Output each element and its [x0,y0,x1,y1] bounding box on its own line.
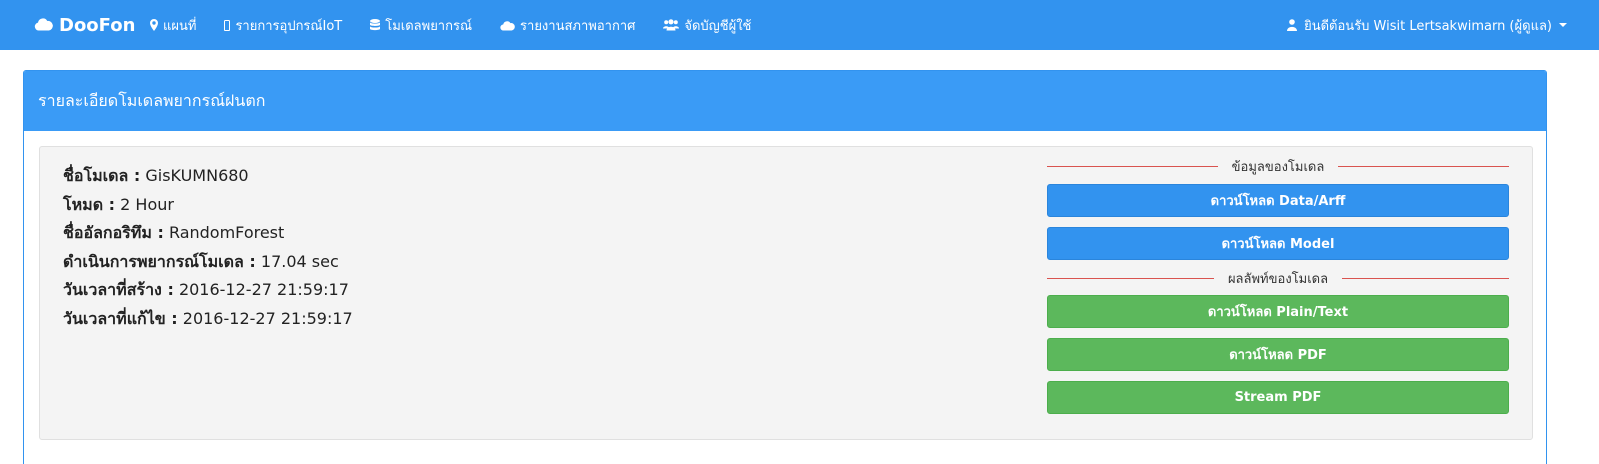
panel-heading: รายละเอียดโมเดลพยากรณ์ฝนตก [24,71,1546,131]
info-row-created-at: วันเวลาที่สร้าง : 2016-12-27 21:59:17 [63,276,353,305]
download-model-button[interactable]: ดาวน์โหลด Model [1047,227,1509,260]
download-plain-text-button[interactable]: ดาวน์โหลด Plain/Text [1047,295,1509,328]
nav-item-label: แผนที่ [163,18,197,34]
info-value: RandomForest [168,223,285,242]
brand-name: DooFon [59,14,136,36]
info-label: วันเวลาที่แก้ไข : [63,308,178,328]
info-row-mode: โหมด : 2 Hour [63,191,353,220]
info-label: โหมด : [63,194,116,214]
model-result-section-title: ผลลัพท์ของโมเดล [1047,267,1509,289]
nav-item-label: จัดบัญชีผู้ใช้ [684,18,752,34]
nav-menu: แผนที่ รายการอุปกรณ์IoT โมเดลพยากรณ์ ราย… [150,0,779,50]
info-row-algorithm: ชื่ออัลกอริทึม : RandomForest [63,219,353,248]
download-data-arff-button[interactable]: ดาวน์โหลด Data/Arff [1047,184,1509,217]
cloud-icon [34,15,59,36]
nav-item-weather-report[interactable]: รายงานสภาพอากาศ [500,15,635,36]
map-marker-icon [150,19,158,31]
database-icon [370,19,381,31]
user-menu-dropdown[interactable]: ยินดีต้อนรับ Wisit Lertsakwimarn (ผู้ดูแ… [1287,0,1567,50]
info-value: 2 Hour [120,194,174,214]
users-icon [663,19,680,31]
nav-item-label: รายการอุปกรณ์IoT [235,18,343,34]
model-data-section-title: ข้อมูลของโมเดล [1047,155,1509,177]
nav-item-user-accounts[interactable]: จัดบัญชีผู้ใช้ [663,15,751,36]
section-title-text: ข้อมูลของโมเดล [1231,159,1325,175]
top-navbar: DooFon แผนที่ รายการอุปกรณ์IoT โมเดลพยาก… [0,0,1599,50]
nav-item-forecast-models[interactable]: โมเดลพยากรณ์ [370,15,472,36]
nav-item-iot-devices[interactable]: รายการอุปกรณ์IoT [224,15,342,36]
brand-link[interactable]: DooFon [34,0,135,50]
info-value: 17.04 sec [260,251,339,271]
user-icon [1287,19,1298,31]
nav-item-label: รายงานสภาพอากาศ [520,18,636,34]
info-row-execution-time: ดำเนินการพยากรณ์โมเดล : 17.04 sec [63,248,353,277]
user-greeting: ยินดีต้อนรับ Wisit Lertsakwimarn (ผู้ดูแ… [1304,18,1552,34]
info-row-model-name: ชื่อโมเดล : GisKUMN680 [63,162,353,191]
info-value: 2016-12-27 21:59:17 [178,280,349,299]
cloud-icon [500,20,515,31]
info-value: 2016-12-27 21:59:17 [182,308,353,328]
panel-title: รายละเอียดโมเดลพยากรณ์ฝนตก [38,90,266,110]
download-sidebar: ข้อมูลของโมเดล ดาวน์โหลด Data/Arff ดาวน์… [1047,155,1509,424]
device-icon [224,19,231,31]
info-label: ชื่ออัลกอริทึม : [63,223,164,242]
model-detail-well: ชื่อโมเดล : GisKUMN680 โหมด : 2 Hour ชื่… [39,146,1533,440]
info-row-updated-at: วันเวลาที่แก้ไข : 2016-12-27 21:59:17 [63,305,353,334]
info-label: วันเวลาที่สร้าง : [63,280,174,299]
nav-item-map[interactable]: แผนที่ [150,15,196,36]
stream-pdf-button[interactable]: Stream PDF [1047,381,1509,414]
model-info-list: ชื่อโมเดล : GisKUMN680 โหมด : 2 Hour ชื่… [63,162,353,333]
model-detail-panel: รายละเอียดโมเดลพยากรณ์ฝนตก ชื่อโมเดล : G… [23,70,1547,464]
info-label: ดำเนินการพยากรณ์โมเดล : [63,251,256,271]
info-label: ชื่อโมเดล : [63,166,141,185]
caret-down-icon [1559,23,1567,27]
info-value: GisKUMN680 [145,166,249,185]
section-title-text: ผลลัพท์ของโมเดล [1227,271,1329,287]
download-pdf-button[interactable]: ดาวน์โหลด PDF [1047,338,1509,371]
nav-item-label: โมเดลพยากรณ์ [385,18,473,34]
